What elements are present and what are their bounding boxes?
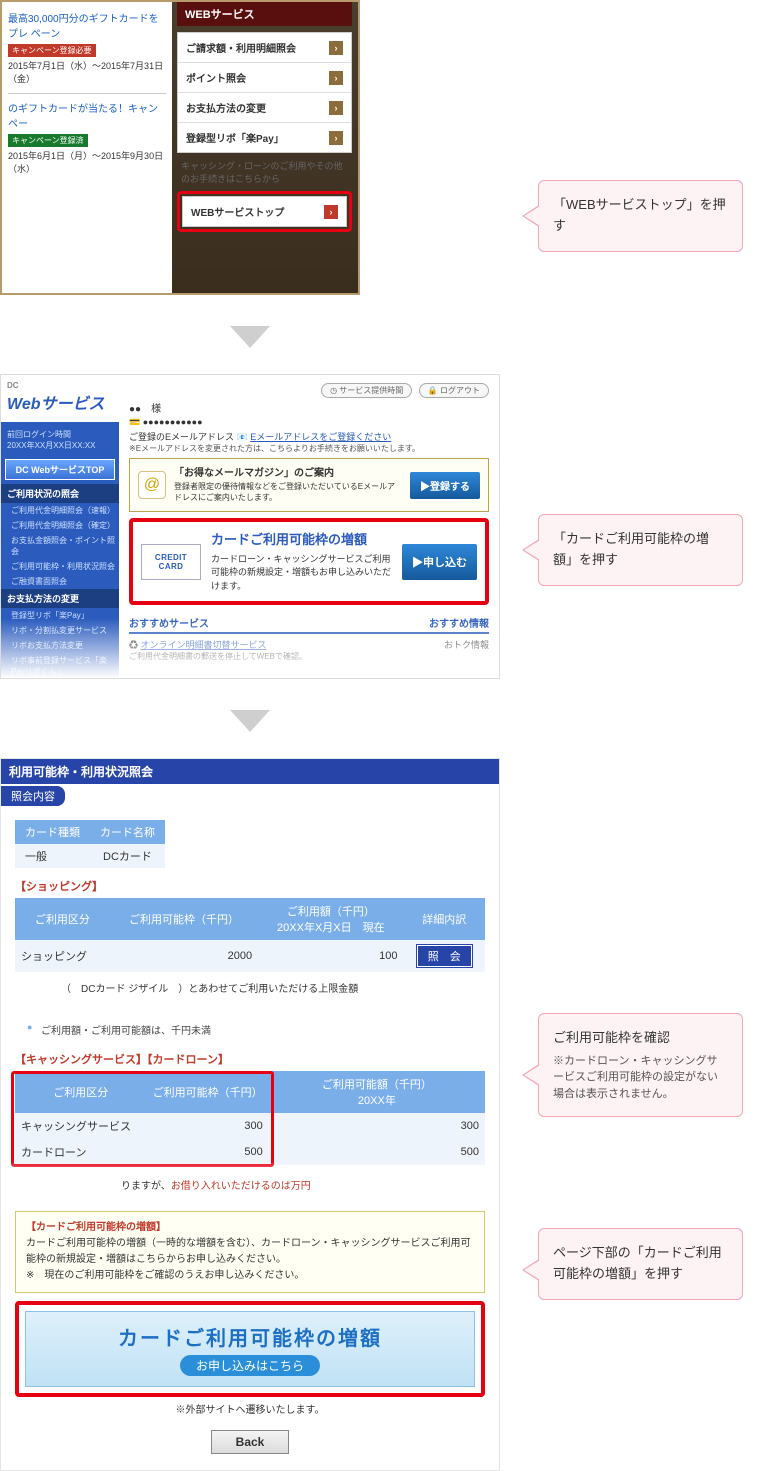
sidebar-link[interactable]: リボ事前登録サービス「楽Payリボくん」 — [1, 653, 119, 679]
mail-magazine-title: 「お得なメールマガジン」のご案内 — [174, 468, 334, 479]
campaign-panel: 最高30,000円分のギフトカードをプレ ペーン キャンペーン登録必要 2015… — [2, 2, 172, 293]
credit-limit-increase-body: カードローン・キャッシングサービスご利用可能枠の新規設定・増額もお申し込みいただ… — [211, 554, 391, 591]
limit-increase-body: カードご利用可能枠の増額（一時的な増額を含む）、カードローン・キャッシングサービ… — [26, 1238, 471, 1281]
recommend-heading: おすすめサービス — [129, 615, 209, 630]
web-service-top-highlight: WEBサービストップ› — [177, 191, 352, 232]
email-row: ご登録のEメールアドレス 📧 Eメールアドレスをご登録ください — [129, 430, 489, 443]
callout-3-note: ※カードローン・キャッシングサービスご利用可能枠の設定がない場合は表示されません… — [553, 1053, 728, 1103]
back-button[interactable]: Back — [211, 1430, 290, 1454]
campaign-2-badge: キャンペーン登録済 — [8, 134, 88, 147]
limit-increase-info-box: 【カードご利用可能枠の増額】 カードご利用可能枠の増額（一時的な増額を含む）、カ… — [15, 1211, 485, 1293]
arrow-down-icon — [230, 326, 270, 348]
limit-increase-button-highlight: カードご利用可能枠の増額 お申し込みはこちら — [15, 1301, 485, 1397]
service-hours-button[interactable]: ◷ サービス提供時間 — [321, 383, 412, 398]
card-info-table: カード種類カード名称 一般DCカード — [15, 820, 165, 868]
cashing-row-limit: 300 — [147, 1113, 269, 1139]
cashing-note: りますが、りますが、お借り入れいただけるのは万円お借り入れいただけるのは万円 — [121, 1177, 311, 1192]
sidebar-link[interactable]: ご利用代金明細照会（確定） — [1, 518, 119, 533]
callout-1: 「WEBサービストップ」を押す — [538, 180, 743, 252]
menu-note: キャッシング・ローンのご利用やその他のお手続きはこちらから — [177, 153, 352, 189]
last-login-label: 前回ログイン時間20XX年XX月XX日XX:XX — [1, 425, 119, 455]
sidebar-cat-usage: ご利用状況の照会 — [1, 484, 119, 503]
logout-button[interactable]: 🔒 ログアウト — [419, 383, 489, 398]
campaign-2-dates: 2015年6月1日（月）～2015年9月30日（水） — [8, 149, 166, 175]
limit-increase-banner-title: カードご利用可能枠の増額 — [32, 1322, 468, 1351]
usage-limit-inquiry-screenshot: 利用可能枠・利用状況照会 照会内容 カード種類カード名称 一般DCカード 【ショ… — [0, 758, 500, 1471]
shopping-note-1: （ DCカード ジザイル ）とあわせてご利用いただける上限金額 — [61, 980, 358, 995]
shopping-table: ご利用区分 ご利用可能枠（千円） ご利用額（千円） 20XX年X月X日 現在 詳… — [15, 898, 485, 972]
callout-4: ページ下部の「カードご利用可能枠の増額」を押す — [538, 1228, 743, 1300]
mail-register-button[interactable]: ▶登録する — [410, 472, 480, 499]
limit-increase-banner-sub: お申し込みはこちら — [180, 1355, 320, 1376]
mobile-web-service-screenshot: 最高30,000円分のギフトカードをプレ ペーン キャンペーン登録必要 2015… — [0, 0, 360, 295]
sidebar-cat-payment: お支払方法の変更 — [1, 589, 119, 608]
sidebar-link[interactable]: 登録型リボ「楽Pay」 — [1, 608, 119, 623]
menu-item-points[interactable]: ポイント照会› — [178, 63, 351, 93]
credit-card-icon: CREDIT CARD — [141, 544, 201, 580]
chevron-right-icon: › — [329, 101, 343, 115]
chevron-right-icon: › — [329, 131, 343, 145]
shopping-note-2: ご利用額・ご利用可能額は、千円未満 — [15, 1018, 485, 1041]
recommend-link[interactable]: オンライン明細書切替サービス — [141, 640, 267, 650]
page-subtitle: 照会内容 — [1, 786, 65, 806]
cashing-row-used: 300 — [269, 1113, 485, 1139]
at-sign-icon: @ — [138, 471, 166, 499]
dc-web-service-screenshot: DCWebサービス 前回ログイン時間20XX年XX月XX日XX:XX DC We… — [0, 374, 500, 679]
sidebar-link[interactable]: お支払金額照会・ポイント照会 — [1, 533, 119, 559]
recommend-right: おトク情報 — [444, 638, 489, 662]
cashing-section-label: 【キャッシングサービス】【カードローン】 — [15, 1051, 485, 1067]
recommend-heading-right: おすすめ情報 — [429, 615, 489, 630]
chevron-right-icon: › — [329, 71, 343, 85]
callout-2-text: 「カードご利用可能枠の増額」を押す — [553, 531, 709, 567]
chevron-right-icon: › — [324, 205, 338, 219]
card-kind-value: 一般 — [15, 844, 90, 868]
page-title: 利用可能枠・利用状況照会 — [1, 759, 499, 784]
menu-item-billing[interactable]: ご請求額・利用明細照会› — [178, 33, 351, 63]
register-email-link[interactable]: Eメールアドレスをご登録ください — [250, 432, 391, 442]
mail-magazine-box: @ 「お得なメールマガジン」のご案内登録者限定の優待情報などをご登録いただいてい… — [129, 458, 489, 512]
arrow-down-icon — [230, 710, 270, 732]
campaign-1-dates: 2015年7月1日（水）～2015年7月31日（金） — [8, 59, 166, 85]
campaign-1-badge: キャンペーン登録必要 — [8, 44, 96, 57]
web-service-heading: WEBサービス — [177, 2, 352, 26]
credit-limit-increase-title: カードご利用可能枠の増額 — [211, 530, 392, 550]
web-service-menu: ご請求額・利用明細照会› ポイント照会› お支払方法の変更› 登録型リボ「楽Pa… — [177, 32, 352, 153]
inquiry-button[interactable]: 照 会 — [417, 945, 472, 967]
cashing-table: ご利用区分 ご利用可能枠（千円） ご利用可能額（千円） 20XX年 キャッシング… — [15, 1071, 485, 1165]
menu-item-web-service-top[interactable]: WEBサービストップ› — [183, 197, 346, 226]
apply-button[interactable]: ▶申し込む — [402, 544, 477, 580]
campaign-2-title: のギフトカードが当たる！キャンペー — [8, 100, 166, 130]
chevron-right-icon: › — [329, 41, 343, 55]
callout-4-text: ページ下部の「カードご利用可能枠の増額」を押す — [553, 1245, 722, 1281]
callout-2: 「カードご利用可能枠の増額」を押す — [538, 514, 743, 586]
card-number-masked: 💳 ●●●●●●●●●●● — [129, 417, 489, 428]
card-name-value: DCカード — [90, 844, 165, 868]
email-note: ※Eメールアドレスを変更された方は、こちらよりお手続きをお願いいたします。 — [129, 443, 489, 454]
sidebar-link[interactable]: リボ・分割払変更サービス — [1, 623, 119, 638]
sidebar-link[interactable]: ご融資書面照会 — [1, 574, 119, 589]
callout-3: ご利用可能枠を確認 ※カードローン・キャッシングサービスご利用可能枠の設定がない… — [538, 1013, 743, 1117]
shopping-section-label: 【ショッピング】 — [15, 878, 485, 894]
sidebar-link[interactable]: ご利用可能枠・利用状況照会 — [1, 559, 119, 574]
menu-item-payment-method[interactable]: お支払方法の変更› — [178, 93, 351, 123]
campaign-1-title: 最高30,000円分のギフトカードをプレ ペーン — [8, 10, 166, 40]
dc-main-area: ◷ サービス提供時間 🔒 ログアウト ●● 様 💳 ●●●●●●●●●●● ご登… — [119, 375, 499, 674]
mail-magazine-body: 登録者限定の優待情報などをご登録いただいているEメールアドレスにご案内いたします… — [174, 482, 395, 502]
callout-3-title: ご利用可能枠を確認 — [553, 1030, 670, 1045]
menu-item-rakupay[interactable]: 登録型リボ「楽Pay」› — [178, 123, 351, 152]
sidebar-link[interactable]: リボお支払方法変更 — [1, 638, 119, 653]
cashing-row-label: キャッシングサービス — [15, 1113, 147, 1139]
recommend-body: ご利用代金明細書の郵送を停止してWEBで確認。 — [129, 652, 307, 661]
external-site-note: ※外部サイトへ遷移いたします。 — [15, 1401, 485, 1416]
user-name: ●● 様 — [129, 400, 489, 415]
dc-web-service-top-button[interactable]: DC WebサービスTOP — [5, 459, 115, 480]
limit-increase-heading: 【カードご利用可能枠の増額】 — [26, 1222, 166, 1233]
dc-logo: DCWebサービス — [1, 375, 119, 425]
sidebar-link[interactable]: ご利用代金明細照会（速報） — [1, 503, 119, 518]
dc-sidebar: DCWebサービス 前回ログイン時間20XX年XX月XX日XX:XX DC We… — [1, 375, 119, 678]
credit-limit-increase-box: CREDIT CARD カードご利用可能枠の増額 カードローン・キャッシングサー… — [129, 518, 489, 605]
callout-1-text: 「WEBサービストップ」を押す — [553, 197, 726, 233]
